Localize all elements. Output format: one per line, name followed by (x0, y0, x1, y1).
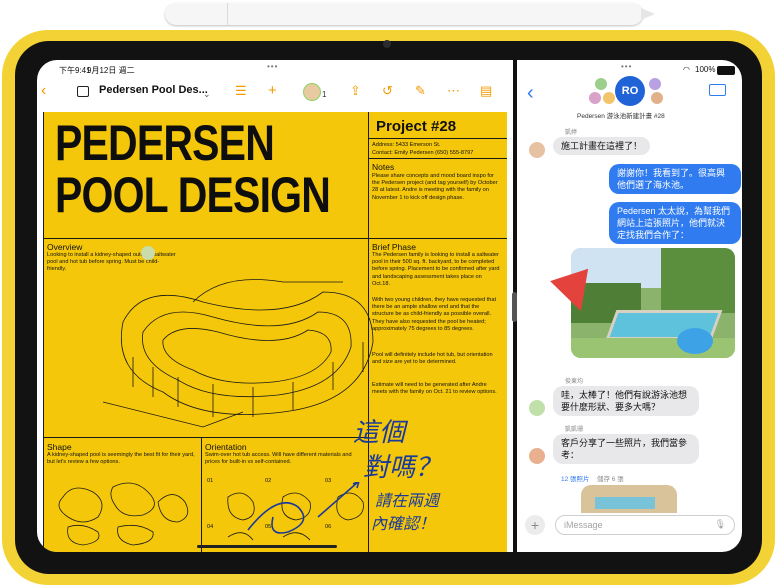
member-avatar (595, 78, 607, 90)
imessage-input[interactable]: iMessage 🎙 (555, 515, 735, 535)
messages-app: ◠ 100% ••• ‹ RO Pedersen 游泳池新建計畫 #28 凱婷 … (517, 60, 742, 552)
apps-plus-button[interactable]: + (525, 515, 545, 535)
grid-line (368, 138, 507, 139)
poster-title-line2: POOL DESIGN (55, 167, 331, 223)
collaborator-count: 1 (322, 90, 327, 99)
pen-tool-icon[interactable]: ✎ (415, 82, 426, 100)
back-chevron-icon[interactable]: ‹ (41, 82, 46, 100)
member-avatar (651, 92, 663, 104)
group-avatar[interactable]: RO (615, 76, 645, 106)
pool-wireframe-sketch (102, 279, 374, 428)
status-time: 下午9:41 (59, 66, 91, 75)
title-chevron-down-icon[interactable]: ⌄ (203, 85, 211, 103)
message-bubble-sent[interactable]: 謝謝你！我看到了。很高興他們選了海水池。 (609, 164, 741, 194)
brief-text-2: With two young children, they have reque… (372, 297, 497, 332)
member-avatar (603, 92, 615, 104)
board-icon (77, 86, 89, 97)
contact-text: Contact: Emily Pedersen (650) 555-8797 (372, 150, 474, 156)
freeform-app: 下午9:41 9月12日 週二 ••• ‹ Pedersen Pool Des.… (37, 60, 513, 552)
message-sender: 凱婷 (565, 130, 578, 136)
pool-shape-sketches (58, 482, 189, 546)
apple-pencil (165, 3, 655, 25)
member-avatar (589, 92, 601, 104)
address-text: Address: 5433 Emerson St. (372, 142, 441, 148)
grid-line (368, 158, 507, 159)
fish-sticker[interactable] (677, 328, 713, 354)
microphone-icon[interactable]: 🎙 (715, 519, 726, 530)
collaborator-avatar[interactable] (303, 83, 321, 101)
grid-line (43, 437, 368, 438)
document-icon[interactable]: ▤ (480, 82, 492, 100)
grid-label: 01 (207, 478, 214, 484)
status-date: 9月12日 週二 (87, 66, 135, 75)
grid-line (43, 112, 44, 552)
grid-line (43, 238, 507, 239)
brief-text-1: The Pedersen family is looking to instal… (372, 252, 500, 287)
project-number: Project #28 (376, 118, 457, 135)
document-title[interactable]: Pedersen Pool Des... (99, 84, 208, 96)
handwriting-note-4: 內確認！ (371, 514, 436, 533)
photo-stack-label[interactable]: 12 張照片 (561, 473, 590, 483)
message-bubble-sent[interactable]: Pedersen 太太說，為幫我們網站上這張照片，他們就決定找我們合作了： (609, 202, 741, 244)
sender-avatar (529, 400, 545, 416)
grid-line (201, 437, 202, 552)
notes-text: Please share concepts and mood board ins… (372, 173, 498, 201)
brief-text-4: Estimate will need to be generated after… (372, 382, 497, 396)
member-avatar (649, 78, 661, 90)
photo-stack[interactable] (581, 485, 677, 513)
photo-stack-saved[interactable]: 儲存 6 張 (597, 473, 624, 483)
handwriting-note-3: 請在兩週 (375, 491, 440, 510)
message-bubble-received[interactable]: 施工計畫在這裡了！ (553, 137, 651, 155)
undo-icon[interactable]: ↺ (382, 82, 393, 100)
pool-design-poster: PEDERSEN POOL DESIGN Project #28 Address… (43, 112, 507, 552)
more-icon[interactable]: ⋯ (447, 82, 460, 100)
orientation-heading: Orientation (205, 442, 247, 452)
shape-text: A kidney-shaped pool is seemingly the be… (47, 452, 195, 466)
front-camera (383, 40, 391, 48)
sender-avatar (529, 448, 545, 464)
video-call-icon[interactable] (709, 84, 726, 96)
handwriting-note-2: 對嗎？ (363, 453, 442, 483)
message-bubble-received[interactable]: 客戶分享了一些照片，我們當參考： (553, 434, 699, 464)
home-indicator[interactable] (197, 545, 337, 548)
notes-heading: Notes (372, 162, 395, 172)
brief-text-3: Pool will definitely include hot tub, bu… (372, 352, 493, 366)
add-icon[interactable]: + (268, 82, 277, 100)
poster-title-line1: PEDERSEN (55, 115, 275, 171)
shape-heading: Shape (47, 442, 72, 452)
brief-heading: Brief Phase (372, 242, 416, 252)
grid-label: 04 (207, 524, 214, 530)
list-icon[interactable]: ☰ (235, 82, 247, 100)
multitask-dots[interactable]: ••• (267, 62, 278, 71)
group-name[interactable]: Pedersen 游泳池新建計畫 #28 (577, 110, 665, 120)
handwriting-note-1: 這個 (353, 418, 406, 448)
overview-heading: Overview (47, 242, 83, 252)
message-bubble-received[interactable]: 哇，太棒了！他們有說游泳池想要什麼形狀、要多大嗎？ (553, 386, 699, 416)
message-sender: 俊東均 (565, 379, 584, 385)
orientation-sketches (227, 482, 364, 541)
back-chevron-icon[interactable]: ‹ (527, 82, 534, 105)
imessage-placeholder: iMessage (564, 520, 603, 530)
sender-avatar (529, 142, 545, 158)
orientation-text: Swim-over hot tub access. Will have diff… (205, 452, 352, 466)
message-sender: 凱凱珊 (565, 427, 584, 433)
conversation-header: ‹ RO Pedersen 游泳池新建計畫 #28 (517, 60, 742, 122)
freeform-toolbar: ‹ Pedersen Pool Des... ⌄ ☰ + 1 ⇪ ↺ ✎ ⋯ ▤ (37, 78, 513, 106)
collaborator-cursor-avatar (141, 246, 155, 260)
share-icon[interactable]: ⇪ (350, 82, 361, 100)
ipad-screen: 下午9:41 9月12日 週二 ••• ‹ Pedersen Pool Des.… (37, 60, 742, 552)
